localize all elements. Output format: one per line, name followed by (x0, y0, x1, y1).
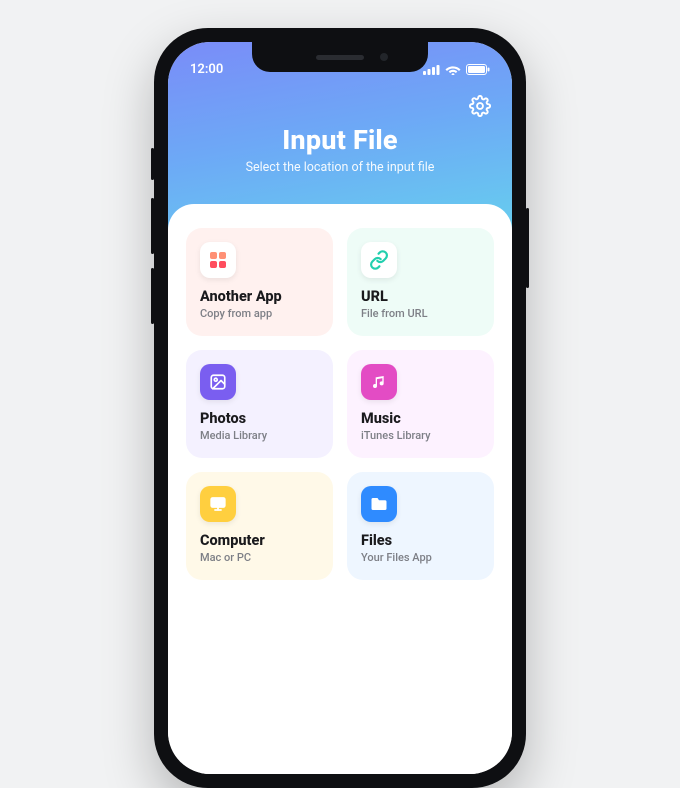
card-sub: Media Library (200, 429, 319, 442)
card-files[interactable]: Files Your Files App (347, 472, 494, 580)
card-sub: File from URL (361, 307, 480, 320)
side-button (151, 198, 154, 254)
card-title: Another App (200, 288, 319, 305)
monitor-icon (200, 486, 236, 522)
page-subtitle: Select the location of the input file (168, 160, 512, 175)
status-time: 12:00 (190, 62, 223, 77)
side-button (151, 148, 154, 180)
card-photos[interactable]: Photos Media Library (186, 350, 333, 458)
card-music[interactable]: Music iTunes Library (347, 350, 494, 458)
card-another-app[interactable]: Another App Copy from app (186, 228, 333, 336)
card-computer[interactable]: Computer Mac or PC (186, 472, 333, 580)
card-title: Music (361, 410, 480, 427)
content-sheet: Another App Copy from app URL File from … (168, 204, 512, 774)
side-button (151, 268, 154, 324)
side-button (526, 208, 529, 288)
signal-icon (423, 64, 440, 75)
image-icon (200, 364, 236, 400)
card-title: Photos (200, 410, 319, 427)
page-title: Input File (168, 124, 512, 156)
wifi-icon (445, 64, 461, 75)
battery-icon (466, 64, 490, 75)
card-title: Computer (200, 532, 319, 549)
card-sub: Your Files App (361, 551, 480, 564)
card-url[interactable]: URL File from URL (347, 228, 494, 336)
link-icon (361, 242, 397, 278)
settings-button[interactable] (466, 92, 494, 120)
status-icons (423, 64, 490, 75)
gear-icon (469, 95, 491, 117)
phone-frame: 12:00 Input File Select the location of … (154, 28, 526, 788)
card-sub: iTunes Library (361, 429, 480, 442)
music-icon (361, 364, 397, 400)
card-sub: Mac or PC (200, 551, 319, 564)
screen: 12:00 Input File Select the location of … (168, 42, 512, 774)
source-grid: Another App Copy from app URL File from … (186, 228, 494, 580)
card-sub: Copy from app (200, 307, 319, 320)
folder-icon (361, 486, 397, 522)
card-title: URL (361, 288, 480, 305)
card-title: Files (361, 532, 480, 549)
notch (252, 42, 428, 72)
apps-icon (200, 242, 236, 278)
